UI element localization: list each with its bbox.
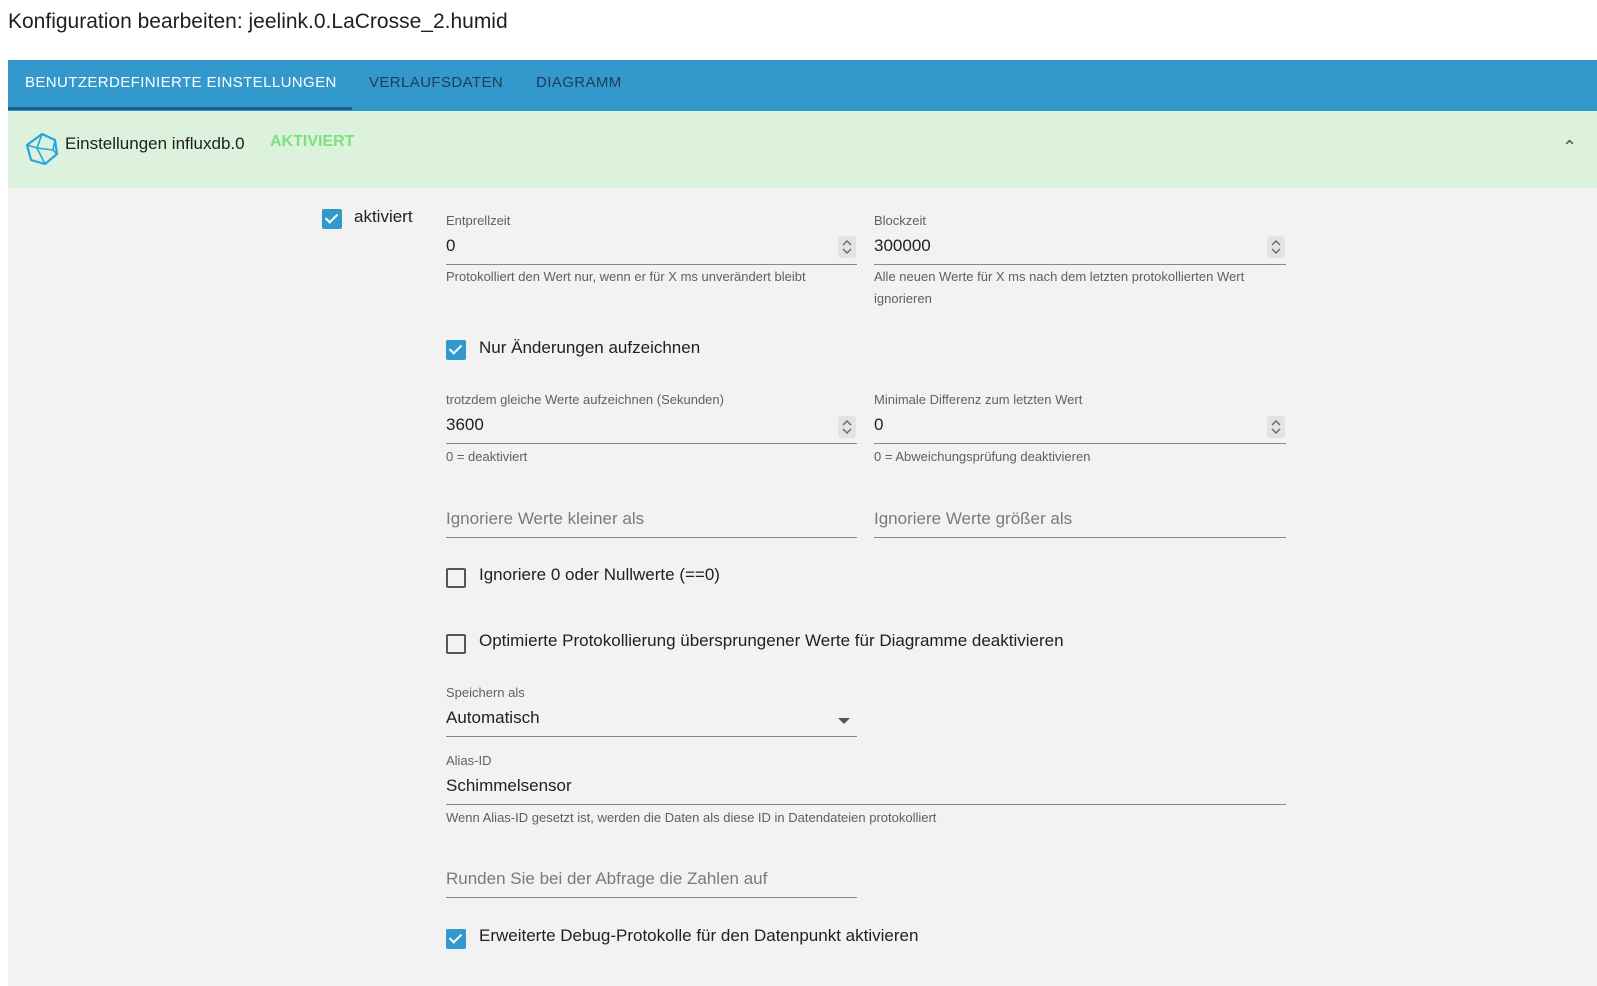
store-as-select[interactable]: Automatisch — [446, 708, 540, 728]
ignore-above-input[interactable]: Ignoriere Werte größer als — [874, 509, 1072, 529]
alias-input[interactable]: Schimmelsensor — [446, 776, 572, 796]
settings-content: aktiviert Entprellzeit 0 Protokolliert d… — [8, 188, 1597, 986]
changes-only-checkbox[interactable] — [446, 340, 466, 360]
changes-only-label: Nur Änderungen aufzeichnen — [479, 338, 701, 357]
debug-label: Erweiterte Debug-Protokolle für den Date… — [479, 926, 919, 945]
ignore-below-input[interactable]: Ignoriere Werte kleiner als — [446, 509, 644, 529]
panel-header-influxdb[interactable]: Einstellungen influxdb.0 AKTIVIERT ⌃ — [8, 111, 1597, 188]
tab-chart[interactable]: DIAGRAMM — [536, 60, 622, 111]
alias-label: Alias-ID — [446, 753, 492, 768]
tab-bar: BENUTZERDEFINIERTE EINSTELLUNGEN VERLAUF… — [8, 60, 1597, 111]
tab-custom-settings[interactable]: BENUTZERDEFINIERTE EINSTELLUNGEN — [25, 60, 337, 111]
active-tab-indicator — [8, 107, 352, 110]
panel-title: Einstellungen influxdb.0 — [65, 134, 245, 153]
min-diff-stepper[interactable] — [1267, 416, 1285, 438]
debounce-input[interactable]: 0 — [446, 236, 455, 256]
blocktime-help: Alle neuen Werte für X ms nach dem letzt… — [874, 269, 1245, 306]
min-diff-label: Minimale Differenz zum letzten Wert — [874, 392, 1083, 407]
enabled-checkbox[interactable] — [322, 209, 342, 229]
disable-skipped-label: Optimierte Protokollierung übersprungene… — [479, 631, 1064, 650]
chevron-up-icon[interactable]: ⌃ — [1562, 137, 1577, 158]
debounce-underline — [446, 264, 857, 265]
dialog-title: Konfiguration bearbeiten: jeelink.0.LaCr… — [8, 10, 508, 33]
enabled-label: aktiviert — [354, 207, 413, 226]
ignore-zero-label: Ignoriere 0 oder Nullwerte (==0) — [479, 565, 720, 584]
disable-skipped-checkbox[interactable] — [446, 634, 466, 654]
debounce-stepper[interactable] — [838, 236, 856, 258]
blocktime-stepper[interactable] — [1267, 236, 1285, 258]
influxdb-logo-icon — [25, 132, 59, 166]
alias-help: Wenn Alias-ID gesetzt ist, werden die Da… — [446, 810, 937, 825]
dropdown-arrow-icon[interactable] — [838, 718, 850, 724]
debug-checkbox[interactable] — [446, 929, 466, 949]
changes-relog-underline — [446, 443, 857, 444]
status-badge: AKTIVIERT — [270, 133, 355, 150]
tab-history[interactable]: VERLAUFSDATEN — [369, 60, 503, 111]
blocktime-input[interactable]: 300000 — [874, 236, 931, 256]
ignore-above-underline — [874, 537, 1286, 538]
debounce-label: Entprellzeit — [446, 213, 511, 228]
store-as-underline — [446, 736, 857, 737]
min-diff-input[interactable]: 0 — [874, 415, 883, 435]
round-input[interactable]: Runden Sie bei der Abfrage die Zahlen au… — [446, 869, 767, 889]
changes-relog-input[interactable]: 3600 — [446, 415, 484, 435]
ignore-below-underline — [446, 537, 857, 538]
blocktime-label: Blockzeit — [874, 213, 927, 228]
changes-relog-help: 0 = deaktiviert — [446, 449, 528, 464]
alias-underline — [446, 804, 1286, 805]
min-diff-help: 0 = Abweichungsprüfung deaktivieren — [874, 449, 1091, 464]
min-diff-underline — [874, 443, 1286, 444]
store-as-label: Speichern als — [446, 685, 525, 700]
debounce-help: Protokolliert den Wert nur, wenn er für … — [446, 269, 806, 284]
ignore-zero-checkbox[interactable] — [446, 568, 466, 588]
round-underline — [446, 897, 857, 898]
blocktime-underline — [874, 264, 1286, 265]
changes-relog-label: trotzdem gleiche Werte aufzeichnen (Seku… — [446, 392, 724, 407]
changes-relog-stepper[interactable] — [838, 416, 856, 438]
